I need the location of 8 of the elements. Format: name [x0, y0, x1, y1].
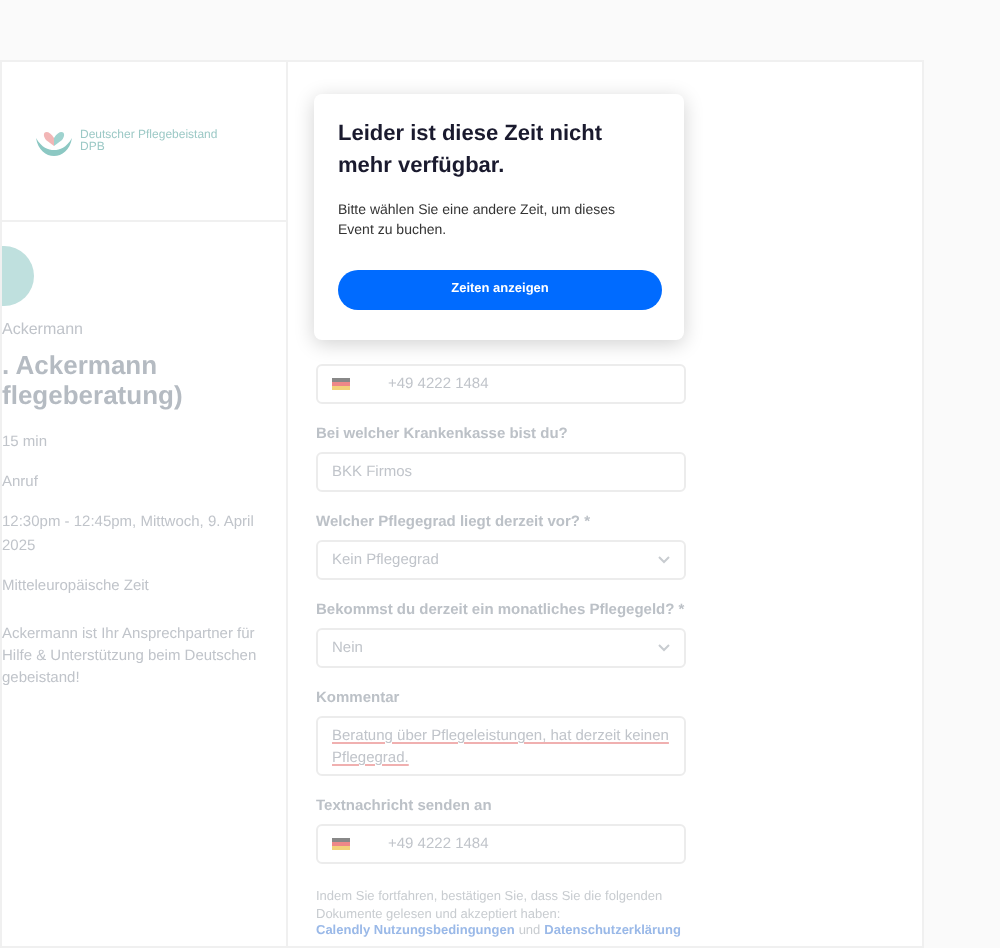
avatar [2, 246, 34, 306]
chevron-down-icon [658, 556, 670, 564]
event-title: . Ackermann flegeberatung) [2, 350, 185, 410]
modal-title: Leider ist diese Zeit nicht mehr verfügbar. [338, 120, 605, 182]
flag-icon [332, 378, 350, 390]
chevron-down-icon [658, 644, 670, 652]
flag-icon [332, 838, 350, 850]
host-name: Ackermann [2, 318, 85, 342]
